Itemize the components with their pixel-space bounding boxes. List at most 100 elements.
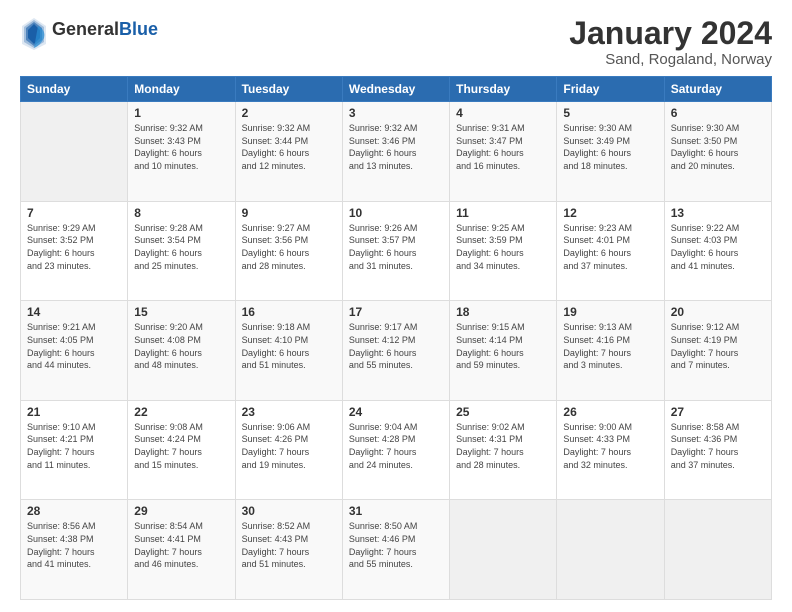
day-info: Sunrise: 9:02 AMSunset: 4:31 PMDaylight:… (456, 421, 550, 471)
calendar-cell: 23 Sunrise: 9:06 AMSunset: 4:26 PMDayligh… (235, 400, 342, 500)
day-of-week-header: Monday (128, 77, 235, 102)
day-info: Sunrise: 9:29 AMSunset: 3:52 PMDaylight:… (27, 222, 121, 272)
calendar-cell: 8 Sunrise: 9:28 AMSunset: 3:54 PMDaylight… (128, 201, 235, 301)
day-number: 31 (349, 504, 443, 518)
calendar-cell: 27 Sunrise: 8:58 AMSunset: 4:36 PMDayligh… (664, 400, 771, 500)
day-number: 29 (134, 504, 228, 518)
calendar-cell: 28Sunrise: 8:56 AMSunset: 4:38 PMDayligh… (21, 500, 128, 600)
calendar-cell: 29 Sunrise: 8:54 AMSunset: 4:41 PMDayligh… (128, 500, 235, 600)
day-info: Sunrise: 9:15 AMSunset: 4:14 PMDaylight:… (456, 321, 550, 371)
calendar-week-row: 7Sunrise: 9:29 AMSunset: 3:52 PMDaylight… (21, 201, 772, 301)
day-info: Sunrise: 9:23 AMSunset: 4:01 PMDaylight:… (563, 222, 657, 272)
day-info: Sunrise: 9:25 AMSunset: 3:59 PMDaylight:… (456, 222, 550, 272)
calendar-cell: 2 Sunrise: 9:32 AMSunset: 3:44 PMDaylight… (235, 102, 342, 202)
day-info: Sunrise: 9:26 AMSunset: 3:57 PMDaylight:… (349, 222, 443, 272)
day-info: Sunrise: 9:32 AMSunset: 3:43 PMDaylight:… (134, 122, 228, 172)
logo: GeneralBlue (20, 16, 158, 44)
day-number: 27 (671, 405, 765, 419)
calendar-week-row: 28Sunrise: 8:56 AMSunset: 4:38 PMDayligh… (21, 500, 772, 600)
title-section: January 2024 Sand, Rogaland, Norway (569, 16, 772, 68)
calendar-cell: 22Sunrise: 9:08 AMSunset: 4:24 PMDayligh… (128, 400, 235, 500)
day-number: 9 (242, 206, 336, 220)
day-of-week-header: Wednesday (342, 77, 449, 102)
calendar-cell: 21Sunrise: 9:10 AMSunset: 4:21 PMDayligh… (21, 400, 128, 500)
day-number: 16 (242, 305, 336, 319)
day-info: Sunrise: 9:17 AMSunset: 4:12 PMDaylight:… (349, 321, 443, 371)
day-number: 2 (242, 106, 336, 120)
day-of-week-header: Sunday (21, 77, 128, 102)
calendar-cell: 7Sunrise: 9:29 AMSunset: 3:52 PMDaylight… (21, 201, 128, 301)
day-number: 1 (134, 106, 228, 120)
calendar-cell: 15Sunrise: 9:20 AMSunset: 4:08 PMDayligh… (128, 301, 235, 401)
day-info: Sunrise: 9:18 AMSunset: 4:10 PMDaylight:… (242, 321, 336, 371)
calendar-cell: 1 Sunrise: 9:32 AMSunset: 3:43 PMDaylight… (128, 102, 235, 202)
logo-general: General (52, 20, 119, 40)
calendar-cell: 19 Sunrise: 9:13 AMSunset: 4:16 PMDayligh… (557, 301, 664, 401)
day-info: Sunrise: 8:54 AMSunset: 4:41 PMDaylight:… (134, 520, 228, 570)
day-number: 5 (563, 106, 657, 120)
day-number: 17 (349, 305, 443, 319)
day-info: Sunrise: 9:32 AMSunset: 3:44 PMDaylight:… (242, 122, 336, 172)
day-info: Sunrise: 9:20 AMSunset: 4:08 PMDaylight:… (134, 321, 228, 371)
calendar-cell: 16 Sunrise: 9:18 AMSunset: 4:10 PMDayligh… (235, 301, 342, 401)
calendar-header: SundayMondayTuesdayWednesdayThursdayFrid… (21, 77, 772, 102)
calendar-cell: 17 Sunrise: 9:17 AMSunset: 4:12 PMDayligh… (342, 301, 449, 401)
day-of-week-header: Thursday (450, 77, 557, 102)
calendar-cell: 10 Sunrise: 9:26 AMSunset: 3:57 PMDayligh… (342, 201, 449, 301)
calendar-cell: 31Sunrise: 8:50 AMSunset: 4:46 PMDayligh… (342, 500, 449, 600)
day-number: 11 (456, 206, 550, 220)
logo-blue: Blue (119, 20, 158, 40)
day-number: 10 (349, 206, 443, 220)
calendar-cell: 9 Sunrise: 9:27 AMSunset: 3:56 PMDaylight… (235, 201, 342, 301)
calendar-cell: 3Sunrise: 9:32 AMSunset: 3:46 PMDaylight… (342, 102, 449, 202)
day-number: 18 (456, 305, 550, 319)
day-info: Sunrise: 9:10 AMSunset: 4:21 PMDaylight:… (27, 421, 121, 471)
logo-text: GeneralBlue (52, 20, 158, 40)
day-info: Sunrise: 9:31 AMSunset: 3:47 PMDaylight:… (456, 122, 550, 172)
day-number: 8 (134, 206, 228, 220)
day-info: Sunrise: 9:28 AMSunset: 3:54 PMDaylight:… (134, 222, 228, 272)
calendar-cell: 14Sunrise: 9:21 AMSunset: 4:05 PMDayligh… (21, 301, 128, 401)
day-info: Sunrise: 8:58 AMSunset: 4:36 PMDaylight:… (671, 421, 765, 471)
calendar-week-row: 1 Sunrise: 9:32 AMSunset: 3:43 PMDaylight… (21, 102, 772, 202)
day-of-week-header: Tuesday (235, 77, 342, 102)
logo-icon (20, 16, 48, 44)
calendar-cell: 24 Sunrise: 9:04 AMSunset: 4:28 PMDayligh… (342, 400, 449, 500)
calendar-cell: 30Sunrise: 8:52 AMSunset: 4:43 PMDayligh… (235, 500, 342, 600)
day-number: 24 (349, 405, 443, 419)
calendar-cell: 20 Sunrise: 9:12 AMSunset: 4:19 PMDayligh… (664, 301, 771, 401)
calendar-cell: 13 Sunrise: 9:22 AMSunset: 4:03 PMDayligh… (664, 201, 771, 301)
calendar-cell: 26Sunrise: 9:00 AMSunset: 4:33 PMDayligh… (557, 400, 664, 500)
day-info: Sunrise: 9:06 AMSunset: 4:26 PMDaylight:… (242, 421, 336, 471)
calendar-cell: 4Sunrise: 9:31 AMSunset: 3:47 PMDaylight… (450, 102, 557, 202)
day-info: Sunrise: 9:12 AMSunset: 4:19 PMDaylight:… (671, 321, 765, 371)
day-info: Sunrise: 9:13 AMSunset: 4:16 PMDaylight:… (563, 321, 657, 371)
day-number: 28 (27, 504, 121, 518)
page-title: January 2024 (569, 16, 772, 51)
calendar-cell: 25 Sunrise: 9:02 AMSunset: 4:31 PMDayligh… (450, 400, 557, 500)
day-number: 19 (563, 305, 657, 319)
day-info: Sunrise: 9:22 AMSunset: 4:03 PMDaylight:… (671, 222, 765, 272)
page-subtitle: Sand, Rogaland, Norway (569, 51, 772, 68)
day-number: 20 (671, 305, 765, 319)
day-number: 25 (456, 405, 550, 419)
day-number: 14 (27, 305, 121, 319)
calendar-body: 1 Sunrise: 9:32 AMSunset: 3:43 PMDaylight… (21, 102, 772, 600)
calendar-cell: 11 Sunrise: 9:25 AMSunset: 3:59 PMDayligh… (450, 201, 557, 301)
calendar-week-row: 14Sunrise: 9:21 AMSunset: 4:05 PMDayligh… (21, 301, 772, 401)
calendar-cell (557, 500, 664, 600)
day-info: Sunrise: 9:04 AMSunset: 4:28 PMDaylight:… (349, 421, 443, 471)
day-number: 23 (242, 405, 336, 419)
calendar-cell: 18 Sunrise: 9:15 AMSunset: 4:14 PMDayligh… (450, 301, 557, 401)
calendar-cell (450, 500, 557, 600)
header: GeneralBlue January 2024 Sand, Rogaland,… (20, 16, 772, 68)
day-number: 13 (671, 206, 765, 220)
day-info: Sunrise: 9:27 AMSunset: 3:56 PMDaylight:… (242, 222, 336, 272)
page: GeneralBlue January 2024 Sand, Rogaland,… (0, 0, 792, 612)
calendar-cell (21, 102, 128, 202)
day-number: 30 (242, 504, 336, 518)
calendar-table: SundayMondayTuesdayWednesdayThursdayFrid… (20, 76, 772, 600)
calendar-cell: 12Sunrise: 9:23 AMSunset: 4:01 PMDayligh… (557, 201, 664, 301)
day-of-week-header: Saturday (664, 77, 771, 102)
day-info: Sunrise: 9:00 AMSunset: 4:33 PMDaylight:… (563, 421, 657, 471)
